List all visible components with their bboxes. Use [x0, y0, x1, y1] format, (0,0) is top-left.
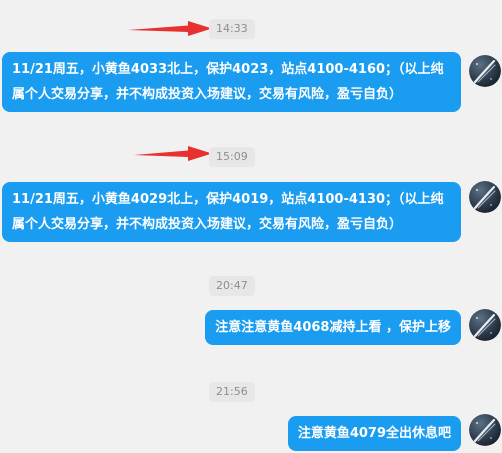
chat-message-bubble[interactable]: 注意注意黄鱼4068减持上看 ，保护上移 [205, 310, 461, 345]
starry-night-avatar-icon[interactable] [469, 309, 501, 341]
timestamp: 15:09 [209, 147, 255, 167]
starry-night-avatar-icon[interactable] [469, 55, 501, 87]
red-arrow-annotation [128, 20, 212, 42]
starry-night-avatar-icon[interactable] [469, 414, 501, 446]
starry-night-avatar-icon[interactable] [469, 181, 501, 213]
chat-message-bubble[interactable]: 11/21周五，小黄鱼4029北上，保护4019，站点4100-4130；（以上… [2, 182, 461, 242]
chat-message-bubble[interactable]: 11/21周五，小黄鱼4033北上，保护4023，站点4100-4160；（以上… [2, 52, 461, 112]
chat-message-bubble[interactable]: 注意黄鱼4079全出休息吧 [287, 416, 461, 451]
timestamp: 14:33 [209, 19, 255, 39]
timestamp: 20:47 [209, 276, 255, 296]
red-arrow-annotation [134, 145, 212, 167]
timestamp: 21:56 [209, 382, 255, 402]
